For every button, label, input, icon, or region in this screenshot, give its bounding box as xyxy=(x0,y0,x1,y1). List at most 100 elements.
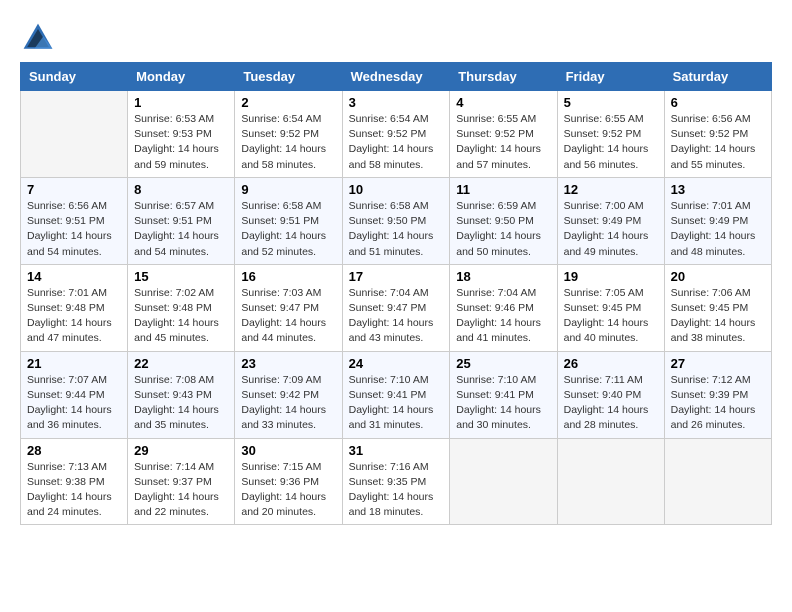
calendar-day-cell: 5 Sunrise: 6:55 AMSunset: 9:52 PMDaylight… xyxy=(557,91,664,178)
calendar-day-cell: 7 Sunrise: 6:56 AMSunset: 9:51 PMDaylight… xyxy=(21,177,128,264)
day-info: Sunrise: 7:10 AMSunset: 9:41 PMDaylight:… xyxy=(456,373,550,434)
calendar-day-cell: 24Sunrise: 7:10 AMSunset: 9:41 PMDayligh… xyxy=(342,351,450,438)
day-info: Sunrise: 7:01 AMSunset: 9:49 PMDaylight:… xyxy=(671,199,765,260)
calendar-week-row: 1 Sunrise: 6:53 AMSunset: 9:53 PMDaylight… xyxy=(21,91,772,178)
weekday-header-saturday: Saturday xyxy=(664,63,771,91)
day-info: Sunrise: 7:03 AMSunset: 9:47 PMDaylight:… xyxy=(241,286,335,347)
day-number: 11 xyxy=(456,182,550,197)
day-info: Sunrise: 6:56 AMSunset: 9:52 PMDaylight:… xyxy=(671,112,765,173)
weekday-header-thursday: Thursday xyxy=(450,63,557,91)
day-number: 26 xyxy=(564,356,658,371)
day-number: 23 xyxy=(241,356,335,371)
day-number: 14 xyxy=(27,269,121,284)
calendar-day-cell: 16 Sunrise: 7:03 AMSunset: 9:47 PMDayligh… xyxy=(235,264,342,351)
calendar-day-cell: 1 Sunrise: 6:53 AMSunset: 9:53 PMDaylight… xyxy=(128,91,235,178)
day-number: 9 xyxy=(241,182,335,197)
calendar-day-cell: 2Sunrise: 6:54 AMSunset: 9:52 PMDaylight… xyxy=(235,91,342,178)
calendar-day-cell: 28 Sunrise: 7:13 AMSunset: 9:38 PMDayligh… xyxy=(21,438,128,525)
day-number: 20 xyxy=(671,269,765,284)
calendar-header-row: SundayMondayTuesdayWednesdayThursdayFrid… xyxy=(21,63,772,91)
day-info: Sunrise: 6:58 AMSunset: 9:51 PMDaylight:… xyxy=(241,199,335,260)
calendar-day-cell: 4 Sunrise: 6:55 AMSunset: 9:52 PMDaylight… xyxy=(450,91,557,178)
day-info: Sunrise: 7:07 AMSunset: 9:44 PMDaylight:… xyxy=(27,373,121,434)
calendar-day-cell: 18 Sunrise: 7:04 AMSunset: 9:46 PMDayligh… xyxy=(450,264,557,351)
weekday-header-sunday: Sunday xyxy=(21,63,128,91)
calendar-day-cell: 19 Sunrise: 7:05 AMSunset: 9:45 PMDayligh… xyxy=(557,264,664,351)
calendar-week-row: 7 Sunrise: 6:56 AMSunset: 9:51 PMDaylight… xyxy=(21,177,772,264)
day-info: Sunrise: 7:14 AMSunset: 9:37 PMDaylight:… xyxy=(134,460,228,521)
day-number: 22 xyxy=(134,356,228,371)
calendar-day-cell: 15 Sunrise: 7:02 AMSunset: 9:48 PMDayligh… xyxy=(128,264,235,351)
day-info: Sunrise: 7:09 AMSunset: 9:42 PMDaylight:… xyxy=(241,373,335,434)
day-number: 29 xyxy=(134,443,228,458)
calendar-week-row: 14 Sunrise: 7:01 AMSunset: 9:48 PMDayligh… xyxy=(21,264,772,351)
calendar-day-cell: 22 Sunrise: 7:08 AMSunset: 9:43 PMDayligh… xyxy=(128,351,235,438)
day-info: Sunrise: 6:57 AMSunset: 9:51 PMDaylight:… xyxy=(134,199,228,260)
logo-icon xyxy=(20,20,56,56)
day-info: Sunrise: 7:08 AMSunset: 9:43 PMDaylight:… xyxy=(134,373,228,434)
weekday-header-tuesday: Tuesday xyxy=(235,63,342,91)
day-info: Sunrise: 7:02 AMSunset: 9:48 PMDaylight:… xyxy=(134,286,228,347)
day-number: 16 xyxy=(241,269,335,284)
day-number: 21 xyxy=(27,356,121,371)
day-info: Sunrise: 7:06 AMSunset: 9:45 PMDaylight:… xyxy=(671,286,765,347)
calendar-day-cell: 11 Sunrise: 6:59 AMSunset: 9:50 PMDayligh… xyxy=(450,177,557,264)
logo xyxy=(20,20,60,56)
calendar-day-cell: 26 Sunrise: 7:11 AMSunset: 9:40 PMDayligh… xyxy=(557,351,664,438)
day-number: 5 xyxy=(564,95,658,110)
day-info: Sunrise: 7:16 AMSunset: 9:35 PMDaylight:… xyxy=(349,460,444,521)
calendar-week-row: 21 Sunrise: 7:07 AMSunset: 9:44 PMDayligh… xyxy=(21,351,772,438)
calendar-day-cell: 29 Sunrise: 7:14 AMSunset: 9:37 PMDayligh… xyxy=(128,438,235,525)
day-number: 18 xyxy=(456,269,550,284)
weekday-header-friday: Friday xyxy=(557,63,664,91)
calendar-day-cell: 10Sunrise: 6:58 AMSunset: 9:50 PMDayligh… xyxy=(342,177,450,264)
day-number: 19 xyxy=(564,269,658,284)
day-info: Sunrise: 6:54 AMSunset: 9:52 PMDaylight:… xyxy=(349,112,444,173)
day-number: 3 xyxy=(349,95,444,110)
day-number: 8 xyxy=(134,182,228,197)
calendar-day-cell: 13Sunrise: 7:01 AMSunset: 9:49 PMDayligh… xyxy=(664,177,771,264)
day-number: 2 xyxy=(241,95,335,110)
calendar-day-cell: 12Sunrise: 7:00 AMSunset: 9:49 PMDayligh… xyxy=(557,177,664,264)
day-info: Sunrise: 7:12 AMSunset: 9:39 PMDaylight:… xyxy=(671,373,765,434)
calendar-day-cell: 25 Sunrise: 7:10 AMSunset: 9:41 PMDayligh… xyxy=(450,351,557,438)
day-number: 4 xyxy=(456,95,550,110)
day-number: 15 xyxy=(134,269,228,284)
day-number: 7 xyxy=(27,182,121,197)
day-info: Sunrise: 6:55 AMSunset: 9:52 PMDaylight:… xyxy=(564,112,658,173)
day-info: Sunrise: 6:56 AMSunset: 9:51 PMDaylight:… xyxy=(27,199,121,260)
calendar-week-row: 28 Sunrise: 7:13 AMSunset: 9:38 PMDayligh… xyxy=(21,438,772,525)
day-info: Sunrise: 6:59 AMSunset: 9:50 PMDaylight:… xyxy=(456,199,550,260)
calendar-day-cell: 31Sunrise: 7:16 AMSunset: 9:35 PMDayligh… xyxy=(342,438,450,525)
day-info: Sunrise: 7:13 AMSunset: 9:38 PMDaylight:… xyxy=(27,460,121,521)
day-info: Sunrise: 7:01 AMSunset: 9:48 PMDaylight:… xyxy=(27,286,121,347)
calendar-table: SundayMondayTuesdayWednesdayThursdayFrid… xyxy=(20,62,772,525)
day-info: Sunrise: 7:05 AMSunset: 9:45 PMDaylight:… xyxy=(564,286,658,347)
weekday-header-wednesday: Wednesday xyxy=(342,63,450,91)
day-number: 25 xyxy=(456,356,550,371)
day-number: 10 xyxy=(349,182,444,197)
calendar-day-cell: 14 Sunrise: 7:01 AMSunset: 9:48 PMDayligh… xyxy=(21,264,128,351)
day-info: Sunrise: 7:15 AMSunset: 9:36 PMDaylight:… xyxy=(241,460,335,521)
day-number: 28 xyxy=(27,443,121,458)
day-info: Sunrise: 7:04 AMSunset: 9:46 PMDaylight:… xyxy=(456,286,550,347)
calendar-day-cell: 8 Sunrise: 6:57 AMSunset: 9:51 PMDaylight… xyxy=(128,177,235,264)
day-number: 6 xyxy=(671,95,765,110)
calendar-day-cell: 6 Sunrise: 6:56 AMSunset: 9:52 PMDaylight… xyxy=(664,91,771,178)
day-info: Sunrise: 7:00 AMSunset: 9:49 PMDaylight:… xyxy=(564,199,658,260)
calendar-day-cell xyxy=(557,438,664,525)
day-number: 30 xyxy=(241,443,335,458)
calendar-day-cell: 20 Sunrise: 7:06 AMSunset: 9:45 PMDayligh… xyxy=(664,264,771,351)
calendar-day-cell xyxy=(664,438,771,525)
day-info: Sunrise: 6:55 AMSunset: 9:52 PMDaylight:… xyxy=(456,112,550,173)
calendar-day-cell xyxy=(450,438,557,525)
day-info: Sunrise: 6:53 AMSunset: 9:53 PMDaylight:… xyxy=(134,112,228,173)
day-number: 17 xyxy=(349,269,444,284)
calendar-day-cell: 30 Sunrise: 7:15 AMSunset: 9:36 PMDayligh… xyxy=(235,438,342,525)
calendar-day-cell: 3 Sunrise: 6:54 AMSunset: 9:52 PMDaylight… xyxy=(342,91,450,178)
calendar-day-cell: 27Sunrise: 7:12 AMSunset: 9:39 PMDayligh… xyxy=(664,351,771,438)
day-info: Sunrise: 7:11 AMSunset: 9:40 PMDaylight:… xyxy=(564,373,658,434)
page-header xyxy=(20,20,772,56)
day-number: 1 xyxy=(134,95,228,110)
calendar-day-cell: 17Sunrise: 7:04 AMSunset: 9:47 PMDayligh… xyxy=(342,264,450,351)
